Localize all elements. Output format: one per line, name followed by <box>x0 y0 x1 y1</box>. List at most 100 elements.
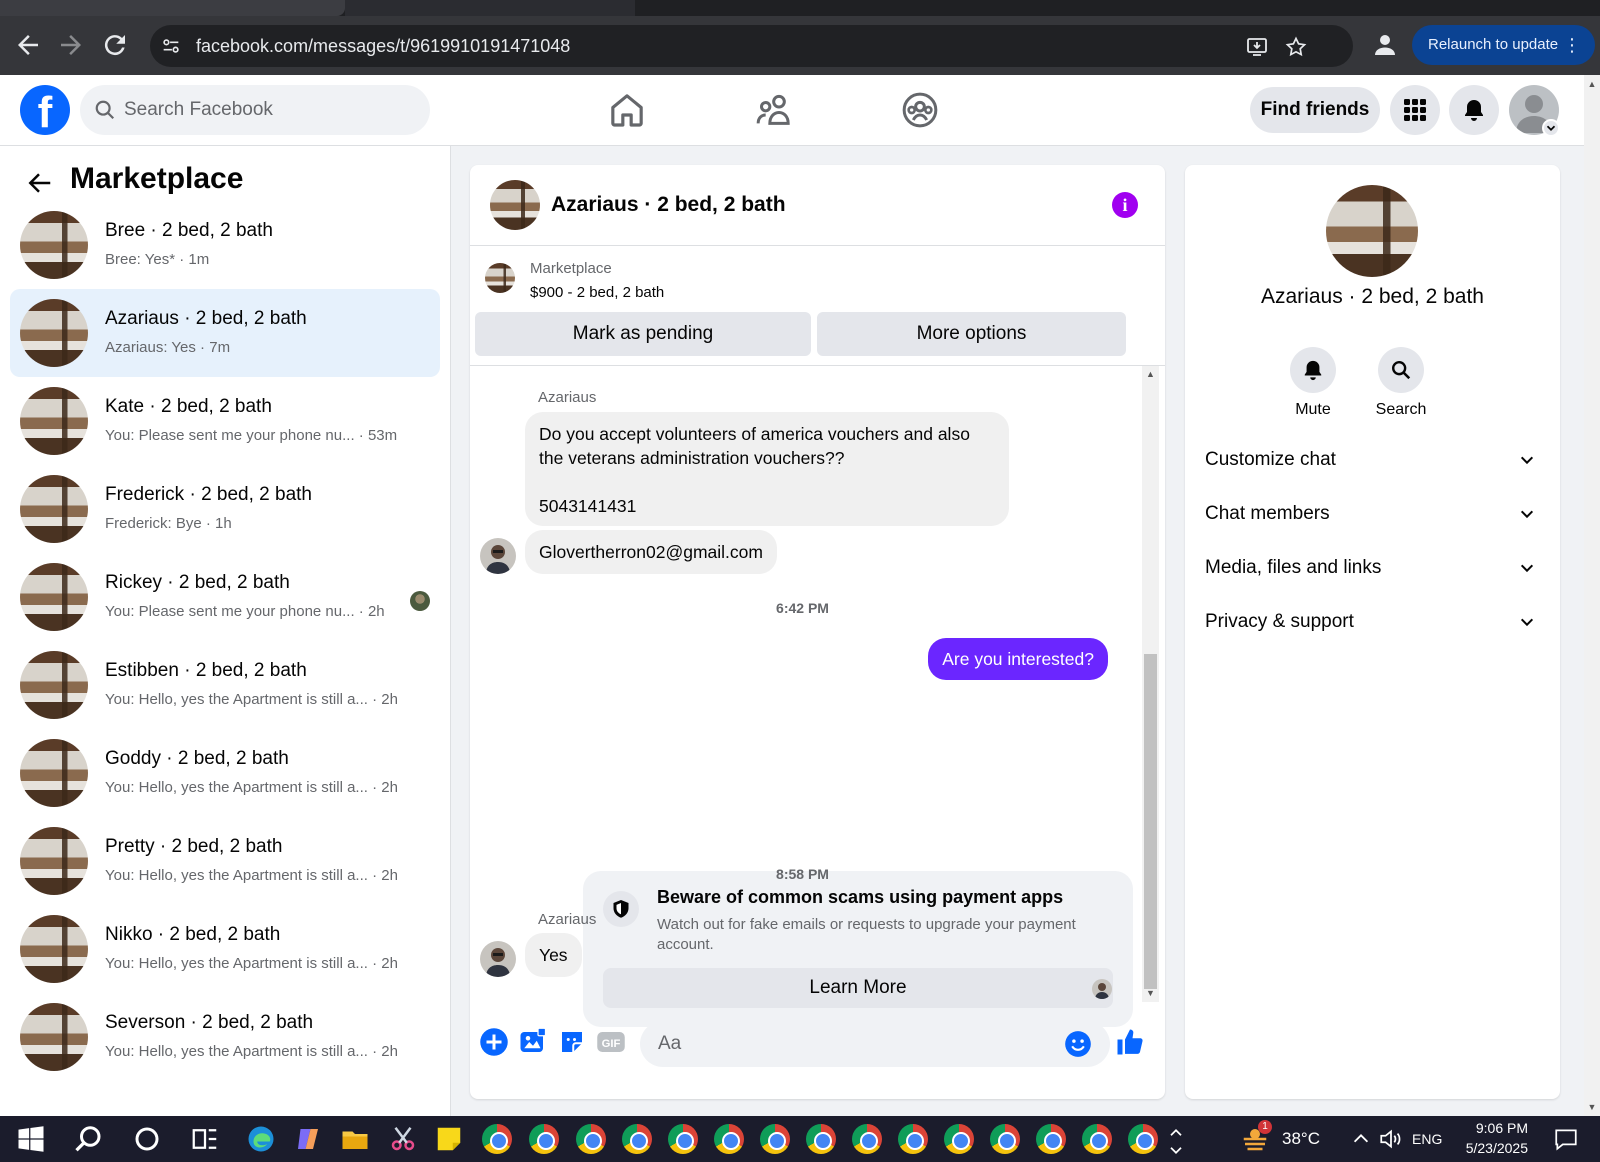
message-bubble-outgoing[interactable]: Are you interested? <box>928 638 1108 680</box>
learn-more-button[interactable]: Learn More <box>603 968 1113 1008</box>
message-input[interactable] <box>658 1021 1048 1067</box>
browser-tab-active[interactable] <box>345 0 635 16</box>
chrome-icon[interactable] <box>1082 1124 1112 1154</box>
listing-avatar[interactable] <box>1326 185 1418 277</box>
chrome-icon[interactable] <box>529 1124 559 1154</box>
emoji-icon[interactable] <box>1064 1030 1092 1058</box>
search-box[interactable] <box>80 85 430 135</box>
file-explorer-icon[interactable] <box>340 1124 370 1154</box>
conversation-item[interactable]: Bree · 2 bed, 2 bath Bree: Yes* · 1m <box>10 201 440 289</box>
photo-icon[interactable] <box>518 1027 548 1057</box>
message-bubble-incoming[interactable]: Do you accept volunteers of america vouc… <box>525 412 1009 526</box>
conversation-item[interactable]: Goddy · 2 bed, 2 bath You: Hello, yes the… <box>10 729 440 817</box>
groups-icon[interactable] <box>900 90 940 130</box>
gif-icon[interactable]: GIF <box>596 1027 626 1057</box>
message-scrollbar[interactable]: ▲ ▼ <box>1142 366 1159 1002</box>
home-icon[interactable] <box>607 90 647 130</box>
conversation-item[interactable]: Frederick · 2 bed, 2 bath Frederick: Bye … <box>10 465 440 553</box>
privacy-support-row[interactable]: Privacy & support <box>1205 602 1545 642</box>
conversation-item[interactable]: Nikko · 2 bed, 2 bath You: Hello, yes the… <box>10 905 440 993</box>
mute-button[interactable]: Mute <box>1273 347 1353 419</box>
scrollbar-thumb[interactable] <box>1144 654 1157 989</box>
chrome-icon[interactable] <box>482 1124 512 1154</box>
chrome-icon[interactable] <box>806 1124 836 1154</box>
menu-button[interactable] <box>1390 85 1440 135</box>
sender-avatar[interactable] <box>480 538 516 574</box>
page-scrollbar[interactable]: ▲ ▼ <box>1584 75 1600 1116</box>
thumbs-up-icon[interactable] <box>1115 1027 1145 1057</box>
conversation-item[interactable]: Rickey · 2 bed, 2 bath You: Please sent m… <box>10 553 440 641</box>
tray-chevron-up-icon[interactable] <box>1350 1124 1372 1154</box>
scroll-up-arrow-icon[interactable]: ▲ <box>1145 369 1156 379</box>
sticky-notes-icon[interactable] <box>434 1124 464 1154</box>
friends-icon[interactable] <box>754 90 794 130</box>
plus-icon[interactable] <box>479 1027 509 1057</box>
customize-chat-row[interactable]: Customize chat <box>1205 440 1545 480</box>
chevron-down-icon[interactable] <box>1542 119 1560 137</box>
chrome-icon[interactable] <box>622 1124 652 1154</box>
bookmark-star-icon[interactable] <box>1284 35 1308 59</box>
notification-center-icon[interactable] <box>1553 1124 1579 1154</box>
message-input-box[interactable] <box>640 1021 1110 1067</box>
find-friends-button[interactable]: Find friends <box>1250 87 1380 133</box>
mark-as-pending-button[interactable]: Mark as pending <box>475 312 811 356</box>
conversation-item[interactable]: Pretty · 2 bed, 2 bath You: Hello, yes th… <box>10 817 440 905</box>
browser-tab[interactable] <box>0 0 345 16</box>
sticker-icon[interactable] <box>557 1027 587 1057</box>
conversation-item[interactable]: Kate · 2 bed, 2 bath You: Please sent me … <box>10 377 440 465</box>
chat-members-row[interactable]: Chat members <box>1205 494 1545 534</box>
weather-icon[interactable]: 1 <box>1240 1120 1272 1154</box>
language-indicator[interactable]: ENG <box>1412 1131 1442 1147</box>
search-conversation-button[interactable]: Search <box>1361 347 1441 419</box>
chrome-icon[interactable] <box>1036 1124 1066 1154</box>
more-options-button[interactable]: More options <box>817 312 1126 356</box>
cortana-icon[interactable] <box>132 1124 162 1154</box>
chrome-icon[interactable] <box>668 1124 698 1154</box>
address-bar[interactable]: facebook.com/messages/t/9619910191471048 <box>150 25 1353 67</box>
sender-avatar[interactable] <box>480 941 516 977</box>
chat-title[interactable]: Azariaus · 2 bed, 2 bath <box>551 193 786 217</box>
chrome-icon[interactable] <box>576 1124 606 1154</box>
chrome-icon[interactable] <box>760 1124 790 1154</box>
back-icon[interactable] <box>13 30 43 60</box>
browser-profile-icon[interactable] <box>1370 30 1400 60</box>
message-bubble-incoming[interactable]: Glovertherron02@gmail.com <box>525 530 777 574</box>
chrome-icon[interactable] <box>852 1124 882 1154</box>
chrome-icon[interactable] <box>990 1124 1020 1154</box>
media-files-links-row[interactable]: Media, files and links <box>1205 548 1545 588</box>
scroll-down-arrow-icon[interactable]: ▼ <box>1587 1102 1597 1112</box>
scroll-up-arrow-icon[interactable]: ▲ <box>1587 79 1597 89</box>
chrome-icon[interactable] <box>1128 1124 1158 1154</box>
url-text[interactable]: facebook.com/messages/t/9619910191471048 <box>196 36 570 57</box>
browser-menu-icon[interactable]: ⋮ <box>1563 25 1581 65</box>
windows-start-icon[interactable] <box>16 1124 46 1154</box>
conversation-item[interactable]: Estibben · 2 bed, 2 bath You: Hello, yes … <box>10 641 440 729</box>
task-view-icon[interactable] <box>190 1124 220 1154</box>
snipping-tool-icon[interactable] <box>388 1124 418 1154</box>
search-icon[interactable] <box>74 1124 104 1154</box>
conversation-item[interactable]: Azariaus · 2 bed, 2 bath Azariaus: Yes · … <box>10 289 440 377</box>
scroll-down-arrow-icon[interactable]: ▼ <box>1145 988 1156 998</box>
install-app-icon[interactable] <box>1245 35 1269 59</box>
listing-thumbnail-small[interactable] <box>485 263 515 293</box>
notifications-button[interactable] <box>1449 85 1499 135</box>
conversation-item[interactable]: Severson · 2 bed, 2 bath You: Hello, yes … <box>10 993 440 1081</box>
chrome-icon[interactable] <box>898 1124 928 1154</box>
taskbar-overflow-icon[interactable] <box>1168 1124 1184 1154</box>
listing-thumbnail[interactable] <box>490 180 540 230</box>
clock-time[interactable]: 9:06 PM <box>1462 1120 1528 1136</box>
info-icon[interactable]: i <box>1112 192 1138 218</box>
temperature-text[interactable]: 38°C <box>1282 1129 1320 1149</box>
relaunch-button[interactable]: Relaunch to update ⋮ <box>1412 25 1595 65</box>
site-settings-icon[interactable] <box>160 35 182 57</box>
message-bubble-incoming[interactable]: Yes <box>525 933 582 977</box>
volume-icon[interactable] <box>1378 1124 1404 1154</box>
listing-price[interactable]: $900 - 2 bed, 2 bath <box>530 284 664 301</box>
facebook-logo[interactable]: f <box>20 85 70 135</box>
back-arrow-icon[interactable] <box>24 168 54 198</box>
chrome-icon[interactable] <box>944 1124 974 1154</box>
forward-icon[interactable] <box>56 30 86 60</box>
clock-date[interactable]: 5/23/2025 <box>1452 1140 1528 1156</box>
copilot-icon[interactable] <box>293 1124 323 1154</box>
edge-icon[interactable] <box>246 1124 276 1154</box>
